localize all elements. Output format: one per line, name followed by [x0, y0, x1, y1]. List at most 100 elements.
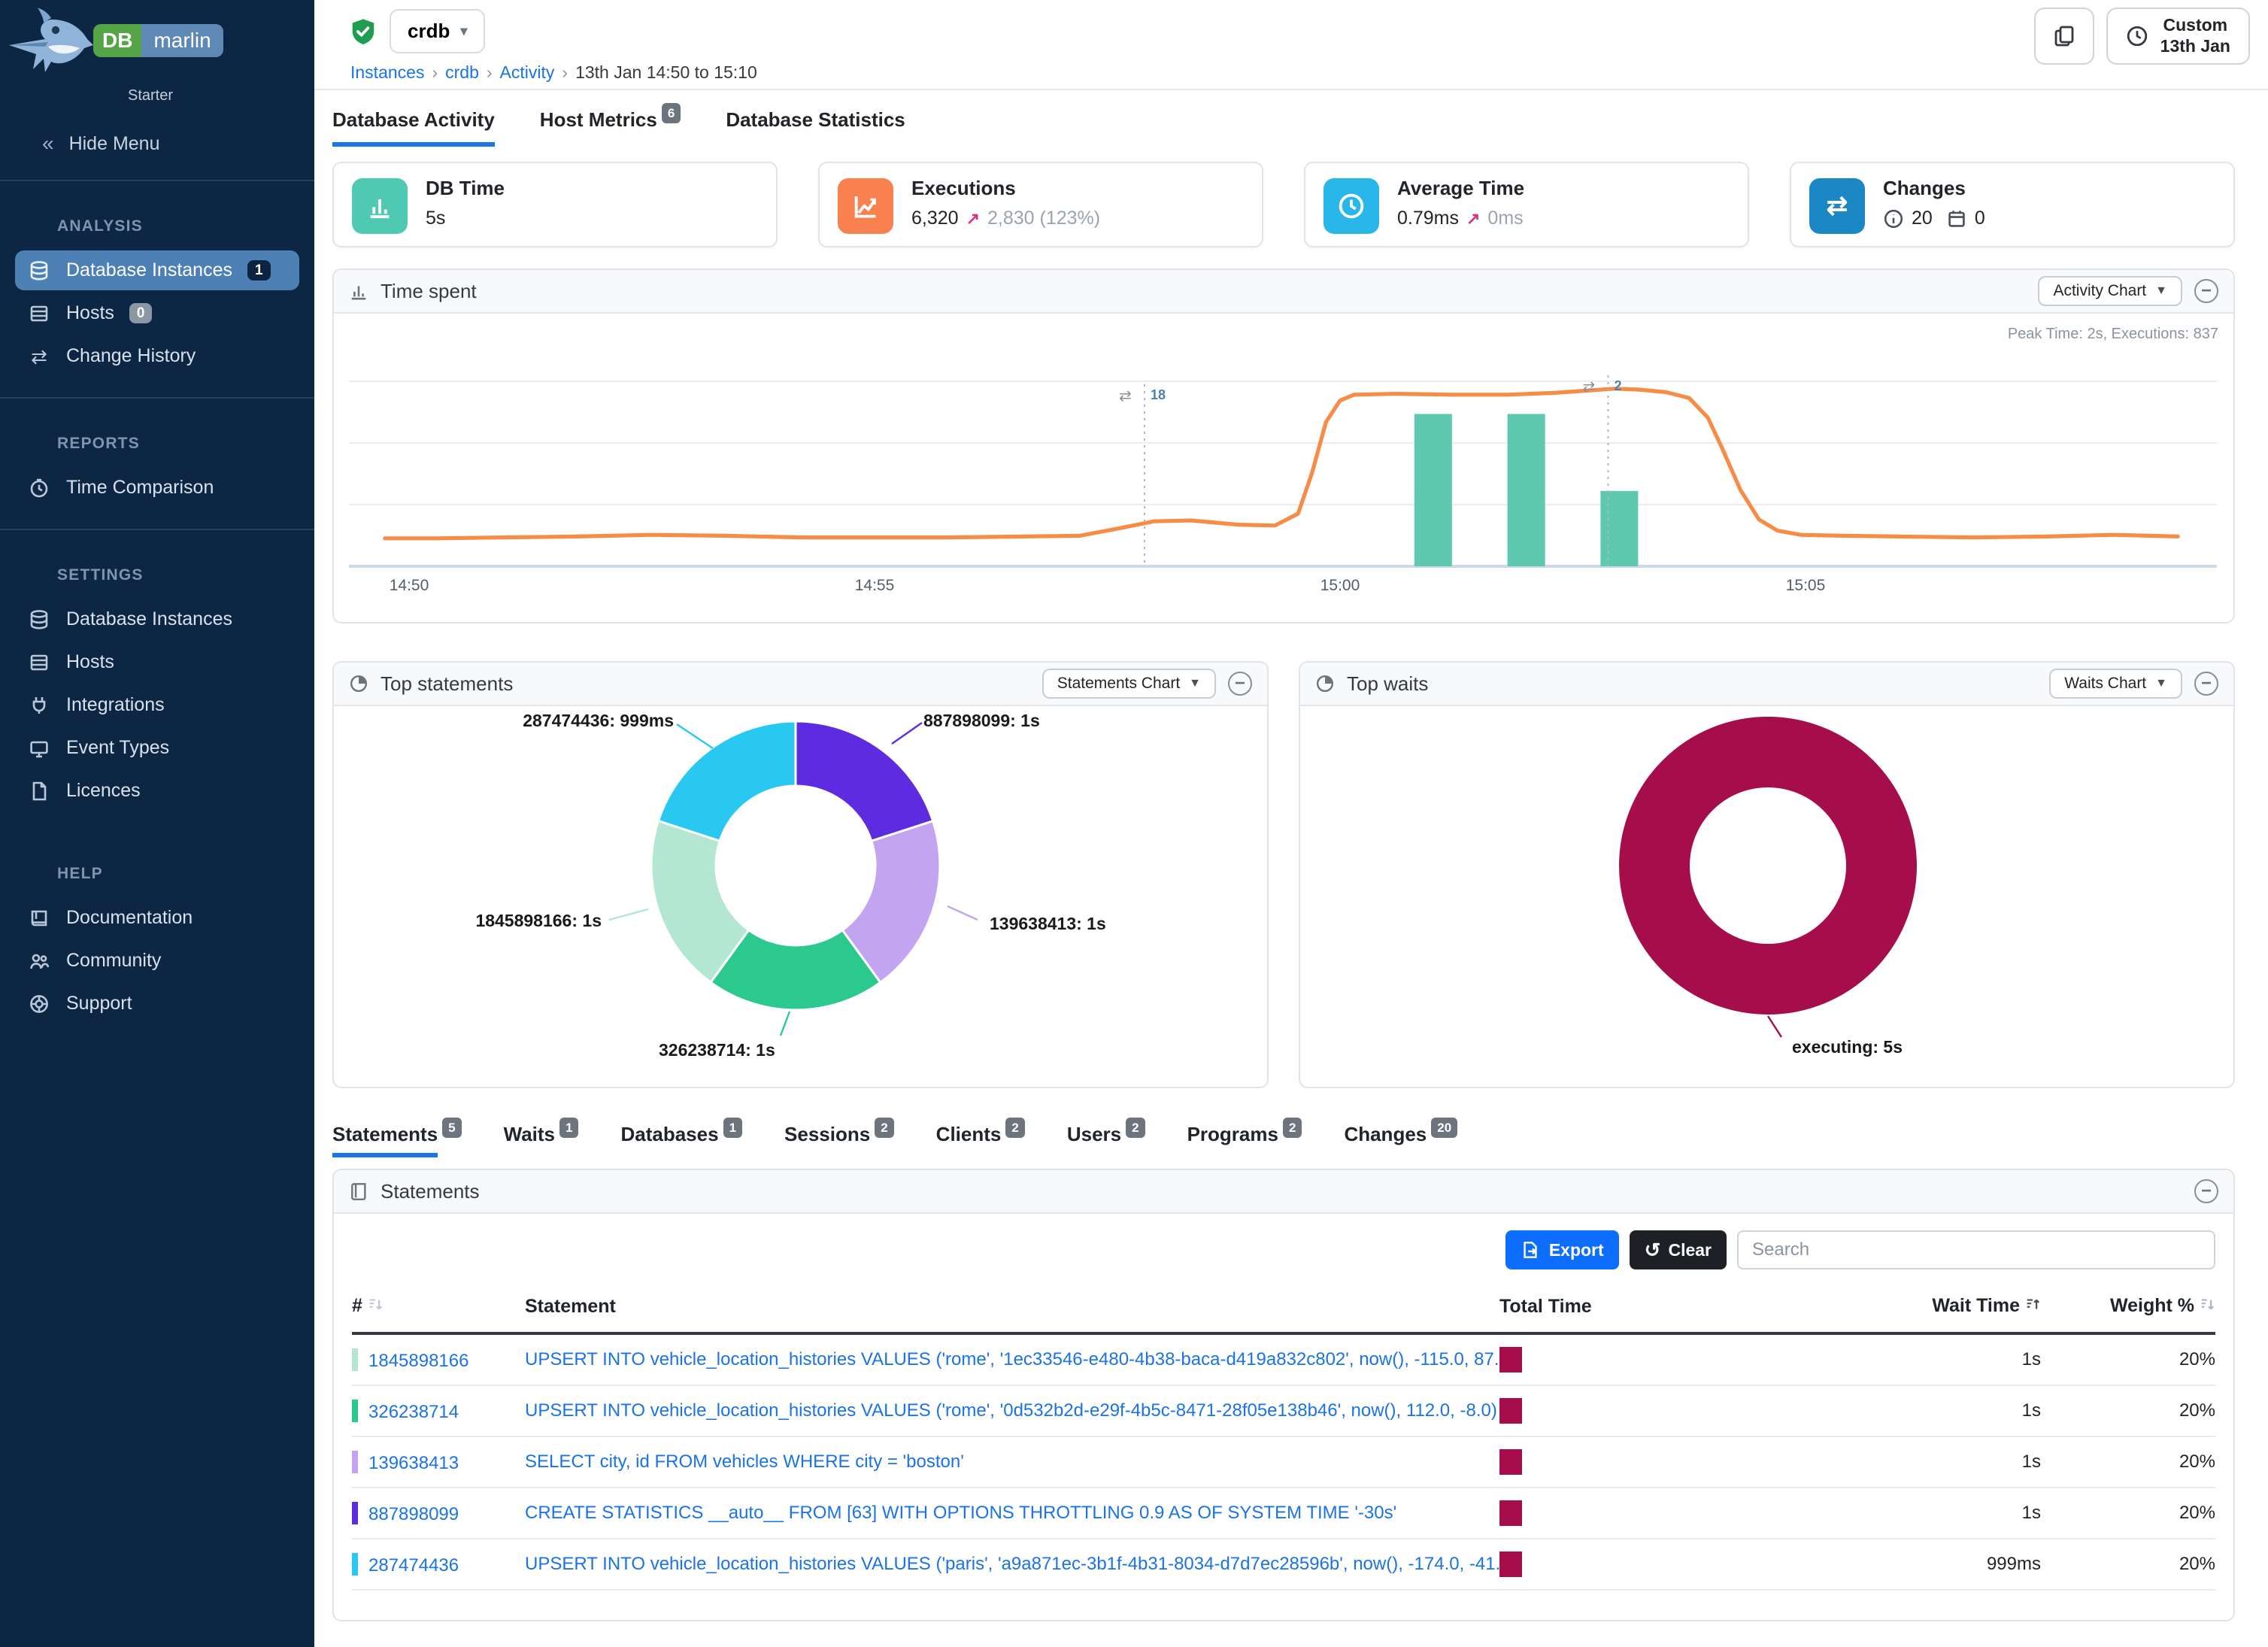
copy-link-button[interactable]: [2034, 8, 2094, 65]
kpi-delta: 0ms: [1487, 208, 1523, 229]
kpi-value: 5s: [426, 208, 445, 229]
breadcrumb-activity[interactable]: Activity: [500, 62, 555, 82]
statements-panel: Statements − Export ↺ Clear #: [332, 1169, 2235, 1621]
main-tabs: Database Activity Host Metrics6 Database…: [314, 90, 2268, 147]
wait-time-value: 1s: [1860, 1436, 2041, 1488]
kpi-db-time: DB Time 5s: [332, 162, 778, 247]
time-spent-panel: Time spent Activity Chart▼ − ⇄18⇄214:501…: [332, 268, 2235, 623]
dbmarlin-app: DBmarlin Starter « Hide Menu ANALYSIS Da…: [0, 0, 2268, 1647]
caret-down-icon: ▼: [2155, 284, 2167, 298]
sort-asc-icon: [2024, 1297, 2041, 1318]
weight-value: 20%: [2041, 1488, 2215, 1539]
marlin-fish-icon: [6, 6, 102, 81]
calendar-icon: [1946, 208, 1967, 229]
info-icon: [1883, 208, 1904, 229]
table-row: 139638413 SELECT city, id FROM vehicles …: [352, 1436, 2215, 1488]
sidebar-item-settings-hosts[interactable]: Hosts: [15, 642, 299, 682]
server-icon: [27, 652, 51, 673]
statement-sql-link[interactable]: UPSERT INTO vehicle_location_histories V…: [525, 1349, 1499, 1369]
book-icon: [27, 908, 51, 929]
column-header-statement[interactable]: Statement: [525, 1286, 1499, 1333]
main-content: crdb ▾ Instances›crdb›Activity›13th Jan …: [314, 0, 2268, 1647]
collapse-panel-icon[interactable]: −: [1228, 672, 1252, 696]
pie-chart-icon: [349, 674, 368, 693]
tab-statements[interactable]: Statements5: [332, 1123, 462, 1146]
breadcrumb-instances[interactable]: Instances: [350, 62, 424, 82]
tab-clients[interactable]: Clients2: [936, 1123, 1025, 1146]
statement-id-link[interactable]: 887898099: [368, 1504, 459, 1524]
statement-id-link[interactable]: 1845898166: [368, 1351, 468, 1371]
donut-slice-label: 139638413: 1s: [990, 914, 1106, 934]
hide-menu-button[interactable]: « Hide Menu: [0, 105, 314, 180]
weight-value: 20%: [2041, 1385, 2215, 1436]
count-badge: 2: [875, 1118, 893, 1138]
sidebar-item-integrations[interactable]: Integrations: [15, 685, 299, 725]
kpi-value: 0.79ms: [1397, 208, 1459, 229]
time-range-button[interactable]: Custom13th Jan: [2106, 8, 2250, 65]
instance-selector[interactable]: crdb ▾: [390, 9, 485, 53]
svg-text:18: 18: [1151, 387, 1166, 402]
count-badge: 1: [559, 1118, 578, 1138]
column-header-wait-time[interactable]: Wait Time: [1860, 1286, 2041, 1333]
tab-programs[interactable]: Programs2: [1187, 1123, 1302, 1146]
sidebar-item-database-instances[interactable]: Database Instances 1: [15, 250, 299, 290]
sidebar-item-community[interactable]: Community: [15, 941, 299, 981]
section-analysis: ANALYSIS: [0, 181, 314, 247]
donut-slice-label: 287474436: 999ms: [523, 711, 674, 731]
scroll-icon: [349, 1181, 368, 1201]
peak-annotation: Peak Time: 2s, Executions: 837: [2008, 326, 2218, 343]
tab-databases[interactable]: Databases1: [620, 1123, 742, 1146]
statement-color-chip: [352, 1553, 358, 1576]
statement-sql-link[interactable]: UPSERT INTO vehicle_location_histories V…: [525, 1400, 1497, 1421]
collapse-panel-icon[interactable]: −: [2194, 279, 2218, 303]
kpi-value: 6,320: [911, 208, 959, 229]
column-header-total-time[interactable]: Total Time: [1499, 1286, 1860, 1333]
sidebar-item-event-types[interactable]: Event Types: [15, 728, 299, 768]
statements-chart-select[interactable]: Statements Chart▼: [1042, 669, 1216, 699]
statement-id-link[interactable]: 326238714: [368, 1402, 459, 1422]
sidebar-item-licences[interactable]: Licences: [15, 771, 299, 811]
top-statements-donut[interactable]: 887898099: 1s139638413: 1s326238714: 1s1…: [334, 706, 1267, 1087]
trend-up-icon: ↗: [966, 209, 980, 229]
clock-icon: [1324, 178, 1379, 234]
tab-users[interactable]: Users2: [1067, 1123, 1145, 1146]
tab-changes[interactable]: Changes20: [1344, 1123, 1457, 1146]
breadcrumb-crdb[interactable]: crdb: [445, 62, 479, 82]
collapse-panel-icon[interactable]: −: [2194, 1179, 2218, 1203]
sidebar-item-time-comparison[interactable]: Time Comparison: [15, 468, 299, 508]
tab-waits[interactable]: Waits1: [504, 1123, 579, 1146]
statement-sql-link[interactable]: CREATE STATISTICS __auto__ FROM [63] WIT…: [525, 1503, 1396, 1523]
sidebar-item-hosts[interactable]: Hosts 0: [15, 293, 299, 333]
statement-id-link[interactable]: 287474436: [368, 1555, 459, 1576]
statement-sql-link[interactable]: UPSERT INTO vehicle_location_histories V…: [525, 1554, 1499, 1574]
sidebar-item-settings-database-instances[interactable]: Database Instances: [15, 599, 299, 639]
collapse-panel-icon[interactable]: −: [2194, 672, 2218, 696]
tab-database-activity[interactable]: Database Activity: [332, 108, 495, 147]
sidebar-item-documentation[interactable]: Documentation: [15, 898, 299, 938]
sort-desc-icon: [367, 1297, 384, 1318]
table-row: 887898099 CREATE STATISTICS __auto__ FRO…: [352, 1488, 2215, 1539]
column-header-num[interactable]: #: [352, 1286, 525, 1333]
donut-panels-row: Top statements Statements Chart▼ − 88789…: [332, 661, 2235, 1088]
export-button[interactable]: Export: [1505, 1230, 1619, 1269]
time-spent-chart[interactable]: ⇄18⇄214:5014:5515:0015:05 Peak Time: 2s,…: [334, 314, 2233, 622]
statement-id-link[interactable]: 139638413: [368, 1453, 459, 1473]
sidebar-item-support[interactable]: Support: [15, 984, 299, 1024]
donut-slice-label: 326238714: 1s: [659, 1040, 775, 1060]
tab-sessions[interactable]: Sessions2: [784, 1123, 894, 1146]
database-icon: [27, 260, 51, 281]
copy-icon: [2052, 24, 2076, 48]
column-header-weight[interactable]: Weight %: [2041, 1286, 2215, 1333]
search-input[interactable]: [1737, 1230, 2215, 1269]
waits-chart-select[interactable]: Waits Chart▼: [2049, 669, 2182, 699]
tab-host-metrics[interactable]: Host Metrics6: [540, 108, 681, 147]
total-time-bar: [1499, 1449, 1522, 1475]
clear-button[interactable]: ↺ Clear: [1630, 1230, 1727, 1269]
statement-sql-link[interactable]: SELECT city, id FROM vehicles WHERE city…: [525, 1451, 964, 1472]
tab-database-statistics[interactable]: Database Statistics: [726, 108, 905, 147]
pie-chart-icon: [1315, 674, 1335, 693]
activity-chart-select[interactable]: Activity Chart▼: [2038, 276, 2182, 306]
sidebar-item-change-history[interactable]: ⇄ Change History: [15, 336, 299, 376]
top-waits-donut[interactable]: executing: 5s: [1300, 706, 2233, 1087]
wait-time-value: 1s: [1860, 1385, 2041, 1436]
